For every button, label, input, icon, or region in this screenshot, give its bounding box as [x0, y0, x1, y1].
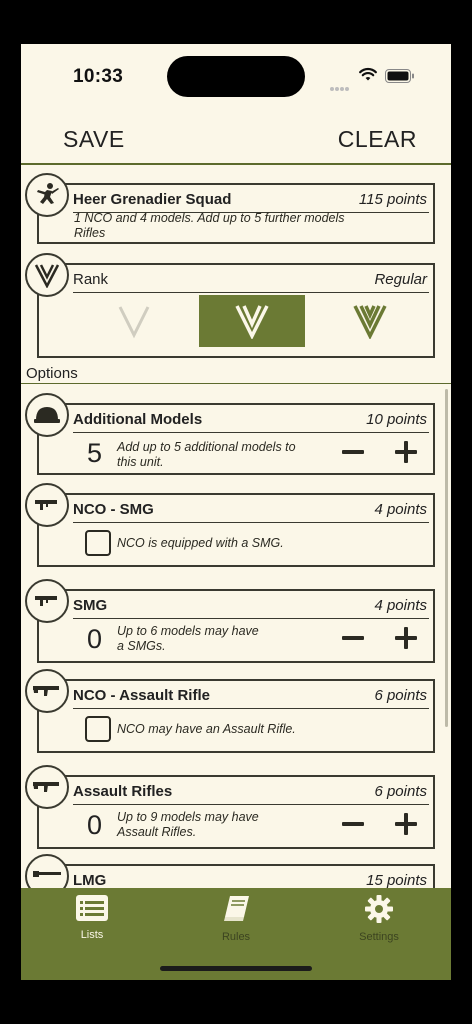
inexperienced-chevron-icon: [118, 306, 150, 339]
assault-rifle-icon: [25, 669, 69, 713]
increment-button[interactable]: [395, 627, 417, 649]
rank-label: Rank: [73, 271, 109, 288]
option-lmg: LMG 15 points: [37, 864, 435, 888]
option-description-2: a SMGs.: [117, 639, 166, 653]
assault-rifle-icon: [25, 765, 69, 809]
options-divider: [21, 383, 451, 384]
option-points: 4 points: [374, 597, 427, 614]
increment-button[interactable]: [395, 813, 417, 835]
status-bar: 10:33: [21, 44, 451, 120]
unit-header: Heer Grenadier Squad 115 points: [73, 187, 429, 213]
option-nco-smg: NCO - SMG 4 points NCO is equipped with …: [37, 493, 435, 567]
tab-label: Lists: [80, 929, 104, 941]
book-icon: [224, 896, 249, 921]
decrement-button[interactable]: [342, 636, 364, 640]
tab-settings[interactable]: Settings: [329, 894, 429, 943]
dynamic-island: [167, 56, 305, 97]
option-title: NCO - Assault Rifle: [73, 687, 210, 704]
decrement-button[interactable]: [342, 450, 364, 454]
unit-description: 1 NCO and 4 models. Add up to 5 further …: [74, 211, 345, 225]
save-button[interactable]: SAVE: [63, 126, 125, 153]
home-indicator[interactable]: [160, 966, 312, 971]
option-header: NCO - Assault Rifle 6 points: [73, 683, 429, 709]
option-description: Up to 6 models may have: [117, 624, 259, 638]
options-section-label: Options: [26, 365, 78, 382]
option-description: NCO may have an Assault Rifle.: [117, 722, 296, 736]
soldier-icon: [25, 173, 69, 217]
option-title: LMG: [73, 872, 107, 888]
gear-icon: [365, 895, 393, 923]
tab-lists[interactable]: Lists: [42, 894, 142, 941]
unit-card: Heer Grenadier Squad 115 points 1 NCO an…: [37, 183, 435, 244]
smg-count: 0: [87, 624, 103, 654]
option-title: Assault Rifles: [73, 783, 173, 800]
option-header: NCO - SMG 4 points: [73, 497, 429, 523]
rank-chevron-icon: [25, 253, 69, 297]
option-description-2: Assault Rifles.: [117, 825, 197, 839]
option-header: Additional Models 10 points: [73, 407, 429, 433]
model-count: 5: [87, 438, 103, 468]
option-title: NCO - SMG: [73, 501, 154, 518]
list-icon: [76, 895, 108, 921]
cellular-signal-icon: [330, 78, 352, 91]
veteran-chevron-icon: [353, 305, 387, 339]
option-assault-rifles: Assault Rifles 6 points 0 Up to 9 models…: [37, 775, 435, 849]
tab-label: Settings: [359, 931, 399, 943]
battery-icon: [385, 69, 414, 83]
rank-value: Regular: [374, 271, 427, 288]
assault-rifle-count: 0: [87, 810, 103, 840]
option-title: SMG: [73, 597, 108, 614]
rank-inexperienced-option[interactable]: [81, 295, 187, 347]
unit-points: 115 points: [358, 191, 427, 208]
option-description: NCO is equipped with a SMG.: [117, 536, 284, 550]
option-smg: SMG 4 points 0 Up to 6 models may have a…: [37, 589, 435, 663]
nco-smg-checkbox[interactable]: [85, 530, 111, 556]
unit-weapons: Rifles: [74, 226, 106, 240]
tab-rules[interactable]: Rules: [186, 894, 286, 943]
navigation-bar: SAVE CLEAR: [21, 120, 451, 165]
rank-header: Rank Regular: [73, 267, 429, 293]
option-points: 6 points: [374, 783, 427, 800]
lmg-icon: [25, 854, 69, 888]
option-header: LMG 15 points: [73, 868, 429, 888]
option-points: 15 points: [366, 872, 427, 888]
option-header: SMG 4 points: [73, 593, 429, 619]
option-additional-models: Additional Models 10 points 5 Add up to …: [37, 403, 435, 475]
rank-veteran-option[interactable]: [317, 295, 423, 347]
regular-chevron-icon: [235, 305, 269, 339]
option-points: 6 points: [374, 687, 427, 704]
option-title: Additional Models: [73, 411, 203, 428]
status-time: 10:33: [73, 66, 124, 87]
unit-options-scroll[interactable]: Heer Grenadier Squad 115 points 1 NCO an…: [21, 167, 451, 888]
increment-button[interactable]: [395, 441, 417, 463]
decrement-button[interactable]: [342, 822, 364, 826]
clear-button[interactable]: CLEAR: [338, 126, 417, 153]
unit-name: Heer Grenadier Squad: [73, 191, 232, 208]
rank-regular-option[interactable]: [199, 295, 305, 347]
option-header: Assault Rifles 6 points: [73, 779, 429, 805]
option-nco-assault-rifle: NCO - Assault Rifle 6 points NCO may hav…: [37, 679, 435, 753]
rank-card: Rank Regular: [37, 263, 435, 358]
helmet-icon: [25, 393, 69, 437]
option-points: 10 points: [366, 411, 427, 428]
nco-assault-rifle-checkbox[interactable]: [85, 716, 111, 742]
tab-label: Rules: [221, 931, 251, 943]
option-description-2: this unit.: [117, 455, 164, 469]
smg-icon: [25, 579, 69, 623]
app-screen: 10:33 SAVE CLEAR Heer Grenadier Squad 11…: [21, 44, 451, 980]
option-description: Up to 9 models may have: [117, 810, 259, 824]
scroll-indicator[interactable]: [445, 389, 448, 727]
option-description: Add up to 5 additional models to: [117, 440, 296, 454]
option-points: 4 points: [374, 501, 427, 518]
smg-icon: [25, 483, 69, 527]
wifi-icon: [359, 68, 377, 81]
